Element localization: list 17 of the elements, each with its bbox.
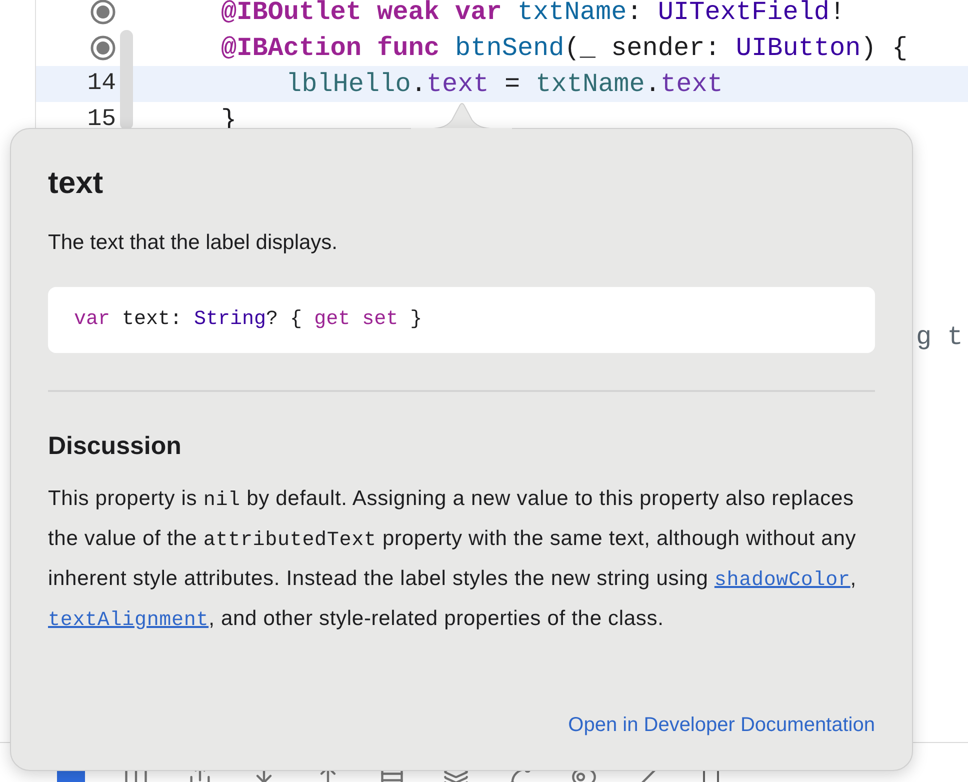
api-link[interactable]: textAlignment (48, 609, 209, 632)
code-line: lblHello.text = txtName.text (285, 71, 723, 97)
discussion-paragraph: This property is nil by default. Assigning a new value to this property also replaces the value of the attributedText property with the same text, although without any inherent style attributes. Instead the label styles the new string using shadowColor, textAlignment, and other style-related properties of the class. (48, 486, 858, 634)
radio-icon[interactable] (90, 35, 116, 61)
declaration-code: var text: String? { get set } (48, 287, 875, 353)
code-fragment: g t (916, 321, 963, 354)
line-number: 15 (87, 105, 116, 135)
code-line: @IBOutlet weak var txtName: UITextField! (221, 0, 846, 25)
summary-text: The text that the label displays. (48, 230, 338, 256)
symbol-title: text (48, 164, 104, 202)
scrollbar[interactable] (120, 30, 133, 130)
section-heading: Discussion (48, 431, 182, 462)
code-line: @IBAction func btnSend(_ sender: UIButton) { (221, 35, 908, 61)
line-number: 14 (87, 69, 116, 99)
documentation-link[interactable]: Open in Developer Documentation (568, 710, 875, 740)
api-link[interactable]: shadowColor (714, 569, 850, 592)
radio-icon[interactable] (90, 0, 116, 25)
